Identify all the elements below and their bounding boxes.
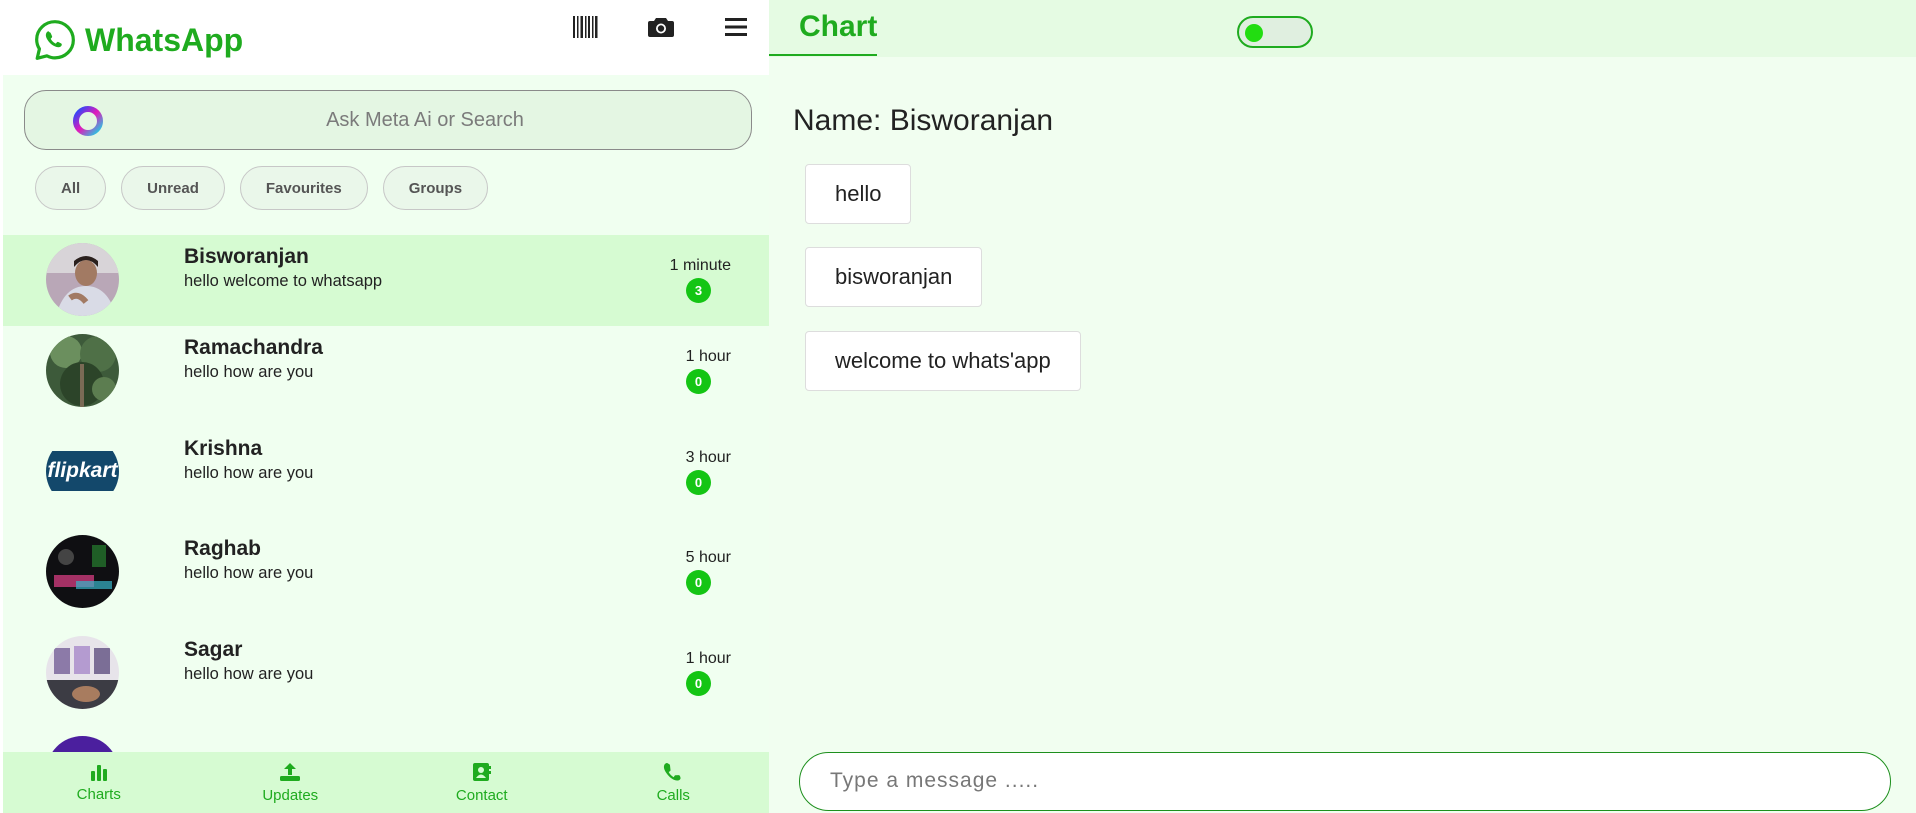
nav-label: Calls	[656, 786, 690, 804]
nav-contact[interactable]: Contact	[386, 752, 578, 813]
message-bubble: welcome to whats'app	[805, 331, 1081, 391]
nav-label: Charts	[76, 785, 121, 803]
chat-name: Bisworanjan	[184, 245, 309, 268]
unread-badge: 3	[686, 278, 711, 303]
flipkart-logo: flipkart	[46, 451, 119, 491]
nav-calls[interactable]: Calls	[578, 752, 770, 813]
chat-item-raghab[interactable]: Raghab hello how are you 5 hour 0	[3, 527, 769, 628]
conversation-header: Chart	[769, 0, 1916, 57]
chat-name: Raghab	[184, 537, 262, 560]
avatar	[46, 535, 119, 608]
chat-list-panel: WhatsApp Ask Meta Ai or Search All Unrea…	[0, 0, 769, 813]
theme-toggle[interactable]	[1237, 16, 1313, 48]
chat-name: Ramachandra	[184, 336, 323, 359]
conversation-panel: Chart Name: Bisworanjan hello bisworanja…	[769, 0, 1916, 813]
filter-chip-unread[interactable]: Unread	[121, 166, 225, 210]
search-input[interactable]	[125, 91, 725, 149]
nav-label: Contact	[455, 786, 508, 804]
chat-name: Sagar	[184, 637, 243, 661]
chat-last-message: hello how are you	[184, 463, 314, 482]
unread-badge: 0	[686, 570, 711, 595]
avatar	[46, 635, 119, 709]
chat-time: 1 minute	[669, 257, 731, 274]
app-title: WhatsApp	[85, 21, 244, 58]
menu-icon[interactable]	[721, 12, 751, 42]
bottom-nav: Charts Updates Contact Calls	[3, 752, 769, 813]
upload-icon	[280, 762, 301, 781]
filter-chip-all[interactable]: All	[35, 166, 107, 210]
nav-updates[interactable]: Updates	[195, 752, 387, 813]
filter-chip-groups[interactable]: Groups	[382, 166, 489, 210]
chat-last-message: hello welcome to whatsapp	[184, 272, 383, 290]
filter-chip-favourites[interactable]: Favourites	[239, 166, 368, 210]
conversation-title[interactable]: Chart	[799, 10, 877, 44]
chat-time: 3 hour	[685, 448, 731, 466]
chat-name: Krishna	[184, 436, 263, 460]
app-window: WhatsApp Ask Meta Ai or Search All Unrea…	[0, 0, 1916, 813]
contact-card-icon	[472, 762, 491, 781]
chat-time: 5 hour	[685, 549, 731, 566]
left-header: WhatsApp	[3, 0, 769, 75]
contact-name: Name: Bisworanjan	[793, 104, 1054, 137]
title-underline	[769, 54, 877, 56]
filter-chips: All Unread Favourites Groups	[35, 166, 489, 210]
chat-time: 1 hour	[685, 649, 731, 667]
meta-ai-icon[interactable]	[72, 105, 104, 137]
chat-item-ramachandra[interactable]: Ramachandra hello how are you 1 hour 0	[3, 326, 769, 427]
chat-item-bisworanjan[interactable]: Bisworanjan hello welcome to whatsapp 1 …	[3, 235, 769, 326]
avatar-brand-text: flipkart	[47, 459, 118, 482]
message-bubble: hello	[805, 164, 912, 224]
phone-icon	[664, 762, 681, 781]
avatar	[46, 243, 119, 316]
nav-label: Updates	[262, 786, 319, 804]
avatar	[46, 334, 119, 407]
message-input[interactable]	[828, 753, 1868, 809]
message-composer	[799, 752, 1891, 811]
unread-badge: 0	[686, 670, 711, 696]
chat-time: 1 hour	[685, 348, 731, 365]
chat-list: Bisworanjan hello welcome to whatsapp 1 …	[3, 235, 769, 813]
nav-charts[interactable]: Charts	[3, 752, 195, 813]
bar-chart-icon	[90, 764, 107, 781]
barcode-icon[interactable]	[571, 12, 601, 42]
unread-badge: 0	[686, 469, 711, 495]
chat-item-sagar[interactable]: Sagar hello how are you 1 hour 0	[3, 628, 769, 729]
chat-last-message: hello how are you	[184, 363, 314, 381]
camera-icon[interactable]	[646, 12, 676, 42]
toggle-knob	[1245, 24, 1263, 42]
app-logo: WhatsApp	[33, 18, 243, 62]
unread-badge: 0	[686, 369, 711, 394]
avatar: flipkart	[46, 434, 119, 508]
search-bar[interactable]	[24, 90, 752, 150]
chat-last-message: hello how are you	[184, 664, 314, 683]
chat-last-message: hello how are you	[184, 564, 314, 582]
whatsapp-logo-icon	[35, 20, 75, 60]
message-bubble: bisworanjan	[805, 247, 983, 307]
chat-item-krishna[interactable]: flipkart Krishna hello how are you 3 hou…	[3, 427, 769, 528]
